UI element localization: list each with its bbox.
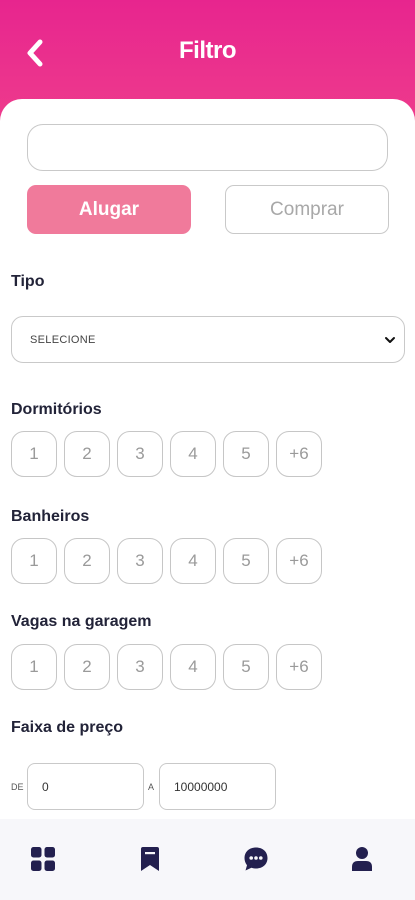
- banheiros-option[interactable]: 5: [223, 538, 269, 584]
- preco-label: Faixa de preço: [11, 719, 124, 736]
- dormitorios-options: 1 2 3 4 5 +6: [11, 431, 322, 477]
- dormitorios-option[interactable]: 4: [170, 431, 216, 477]
- vagas-option[interactable]: 1: [11, 644, 57, 690]
- nav-home[interactable]: [23, 839, 63, 879]
- nav-saved[interactable]: [130, 839, 170, 879]
- vagas-option[interactable]: 5: [223, 644, 269, 690]
- chat-icon: [244, 847, 268, 871]
- dormitorios-option[interactable]: +6: [276, 431, 322, 477]
- rent-toggle-button[interactable]: Alugar: [27, 185, 191, 234]
- vagas-options: 1 2 3 4 5 +6: [11, 644, 322, 690]
- price-to-prefix: A: [148, 782, 155, 792]
- banheiros-label: Banheiros: [11, 508, 90, 525]
- bottom-nav: [0, 819, 415, 900]
- dormitorios-option[interactable]: 2: [64, 431, 110, 477]
- banheiros-option[interactable]: 4: [170, 538, 216, 584]
- nav-profile[interactable]: [342, 839, 382, 879]
- chevron-down-icon: [385, 336, 395, 343]
- vagas-label: Vagas na garagem: [11, 613, 152, 630]
- tipo-select-value: SELECIONE: [30, 333, 96, 346]
- banheiros-options: 1 2 3 4 5 +6: [11, 538, 322, 584]
- banheiros-option[interactable]: 2: [64, 538, 110, 584]
- filter-card: Alugar Comprar Tipo SELECIONE Dormitório…: [0, 99, 415, 819]
- tipo-label: Tipo: [11, 273, 45, 290]
- banheiros-option[interactable]: 1: [11, 538, 57, 584]
- dormitorios-label: Dormitórios: [11, 401, 102, 418]
- price-to-input[interactable]: 10000000: [159, 763, 276, 810]
- vagas-option[interactable]: 3: [117, 644, 163, 690]
- page-title: Filtro: [179, 37, 237, 64]
- price-from-prefix: DE: [11, 782, 24, 792]
- banheiros-option[interactable]: 3: [117, 538, 163, 584]
- vagas-option[interactable]: +6: [276, 644, 322, 690]
- grid-icon: [31, 847, 55, 871]
- dormitorios-option[interactable]: 3: [117, 431, 163, 477]
- vagas-option[interactable]: 2: [64, 644, 110, 690]
- tipo-select[interactable]: SELECIONE: [11, 316, 405, 363]
- vagas-option[interactable]: 4: [170, 644, 216, 690]
- search-input[interactable]: [27, 124, 388, 171]
- buy-toggle-button[interactable]: Comprar: [225, 185, 389, 234]
- dormitorios-option[interactable]: 5: [223, 431, 269, 477]
- bookmark-icon: [141, 847, 159, 871]
- dormitorios-option[interactable]: 1: [11, 431, 57, 477]
- banheiros-option[interactable]: +6: [276, 538, 322, 584]
- price-from-input[interactable]: 0: [27, 763, 144, 810]
- nav-messages[interactable]: [236, 839, 276, 879]
- user-icon: [352, 847, 372, 871]
